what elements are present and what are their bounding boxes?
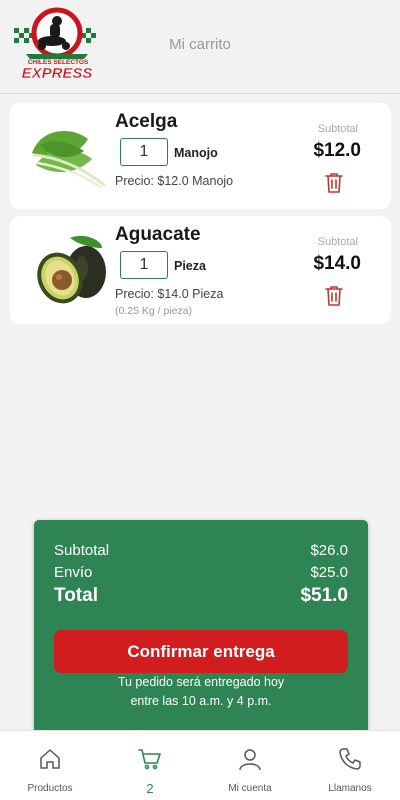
cart-item: Aguacate 1 Pieza Precio: $14.0 Pieza (0.…	[10, 216, 391, 324]
subtotal-value: $14.0	[313, 253, 361, 274]
nav-item-account[interactable]: Mi cuenta	[200, 731, 300, 800]
product-image-aguacate	[37, 235, 106, 304]
trash-icon[interactable]	[325, 172, 343, 193]
delivery-note-line1: Tu pedido será entregado hoy	[117, 675, 285, 689]
subtotal-label: Subtotal	[317, 236, 358, 248]
summary-subtotal-label: Subtotal	[54, 542, 110, 559]
confirm-delivery-button[interactable]: Confirmar entrega	[54, 630, 348, 673]
unit-label: Manojo	[174, 146, 218, 160]
quantity-input[interactable]: 1	[120, 138, 168, 166]
summary-shipping-label: Envío	[54, 564, 93, 581]
bottom-nav: Productos 2 Mi cuenta Llamanos	[0, 730, 400, 800]
product-image-acelga	[32, 130, 106, 189]
nav-item-products[interactable]: Productos	[0, 731, 100, 800]
summary-shipping-row: Envío $25.0	[54, 564, 348, 581]
weight-text: (0.25 Kg / pieza)	[115, 305, 193, 317]
cart-count-badge: 2	[146, 781, 154, 796]
home-icon	[40, 749, 60, 769]
summary-subtotal-value: $26.0	[310, 542, 348, 559]
product-name: Acelga	[115, 111, 178, 132]
summary-shipping-value: $25.0	[310, 564, 348, 581]
nav-label-account: Mi cuenta	[228, 783, 272, 794]
quantity-input[interactable]: 1	[120, 251, 168, 279]
price-text: Precio: $12.0 Manojo	[115, 174, 234, 188]
unit-label: Pieza	[174, 259, 206, 273]
cart-item: Acelga 1 Manojo Precio: $12.0 Manojo Sub…	[10, 103, 391, 209]
price-text: Precio: $14.0 Pieza	[115, 287, 224, 301]
nav-item-cart[interactable]: 2	[100, 731, 200, 800]
subtotal-label: Subtotal	[317, 123, 358, 135]
nav-label-products: Productos	[27, 783, 73, 794]
logo-main-text: EXPRESS	[22, 65, 93, 82]
summary-subtotal-row: Subtotal $26.0	[54, 542, 348, 559]
user-icon	[239, 749, 261, 771]
subtotal-value: $12.0	[313, 140, 361, 161]
summary-total-value: $51.0	[300, 585, 348, 606]
page-title: Mi carrito	[169, 36, 231, 53]
summary-total-row: Total $51.0	[54, 585, 348, 607]
phone-icon	[339, 748, 361, 770]
trash-icon[interactable]	[325, 285, 343, 306]
delivery-note-line2: entre las 10 a.m. y 4 p.m.	[130, 694, 272, 708]
product-name: Aguacate	[115, 224, 201, 245]
app-header: CHILES SELECTOS EXPRESS Mi carrito	[0, 0, 400, 94]
order-summary: Subtotal $26.0 Envío $25.0 Total $51.0 C…	[34, 520, 368, 745]
nav-label-call: Llamanos	[328, 783, 372, 794]
cart-icon	[138, 749, 161, 770]
nav-item-call[interactable]: Llamanos	[300, 731, 400, 800]
summary-total-label: Total	[54, 585, 98, 606]
